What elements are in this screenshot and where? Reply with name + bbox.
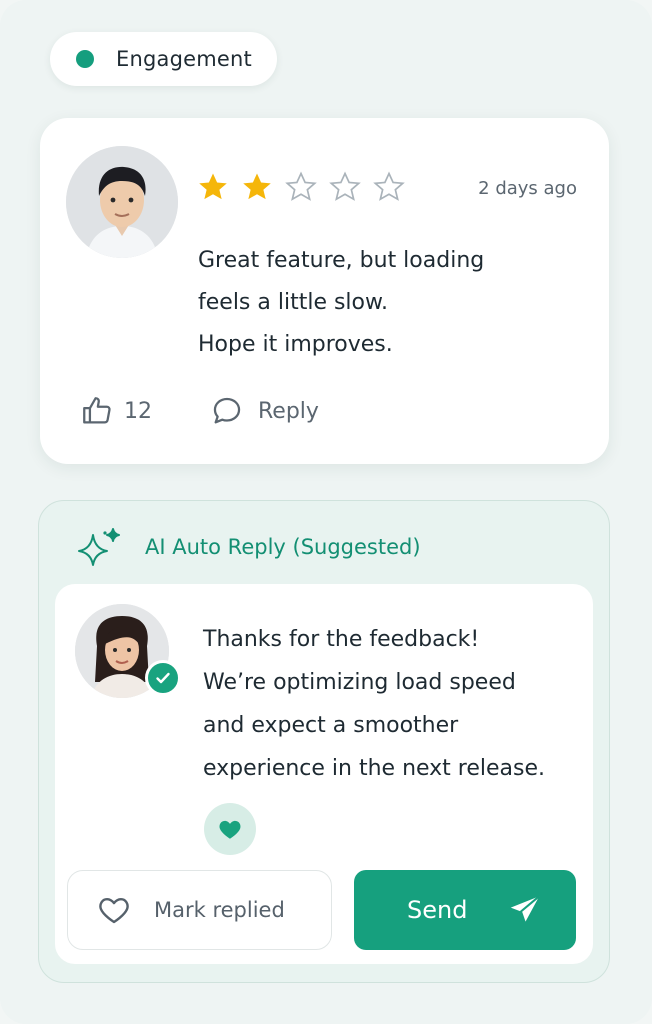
rating-stars [196,170,406,204]
star-empty-icon [373,171,405,201]
review-line: Hope it improves. [198,332,393,357]
sparkles-icon [78,528,120,566]
reply-line: and expect a smoother [203,713,459,738]
star-filled-icon [199,173,227,200]
mark-replied-label: Mark replied [154,898,285,922]
thumbs-up-icon [83,397,111,424]
mark-replied-button[interactable]: Mark replied [67,870,332,950]
reply-line: We’re optimizing load speed [203,670,516,695]
check-icon [156,672,170,684]
reply-label: Reply [258,398,319,424]
engagement-badge[interactable]: Engagement [50,32,277,86]
send-button[interactable]: Send [354,870,576,950]
review-timestamp: 2 days ago [478,178,577,199]
heart-outline-icon [99,898,129,924]
review-text: Great feature, but loading feels a littl… [198,240,578,366]
ai-reply-panel: AI Auto Reply (Suggested) Thanks for the… [38,500,610,983]
heart-reaction[interactable] [204,803,256,855]
reviewer-avatar [66,146,178,258]
like-button[interactable]: 12 [80,394,152,428]
reply-line: Thanks for the feedback! [203,627,480,652]
heart-icon [219,820,241,839]
ai-reply-title: AI Auto Reply (Suggested) [145,535,421,559]
review-actions: 12 Reply [80,394,319,428]
comment-icon [213,397,241,424]
ai-reply-header: AI Auto Reply (Suggested) [75,527,421,567]
send-label: Send [407,896,468,924]
reply-button[interactable]: Reply [210,394,319,428]
like-count: 12 [124,398,152,424]
suggested-reply-text: Thanks for the feedback! We’re optimizin… [203,618,563,790]
suggested-reply-card: Thanks for the feedback! We’re optimizin… [55,584,593,964]
paper-plane-icon [511,895,541,924]
star-empty-icon [329,171,361,201]
verified-badge [145,660,181,696]
badge-label: Engagement [116,47,252,71]
review-card: 2 days ago Great feature, but loading fe… [40,118,609,464]
review-line: Great feature, but loading [198,248,485,273]
reply-line: experience in the next release. [203,756,546,781]
app-frame: Engagement 2 days ago Great feature, but… [0,0,652,1024]
star-empty-icon [285,171,317,201]
review-line: feels a little slow. [198,290,388,315]
star-filled-icon [243,173,271,200]
status-dot [76,50,94,68]
